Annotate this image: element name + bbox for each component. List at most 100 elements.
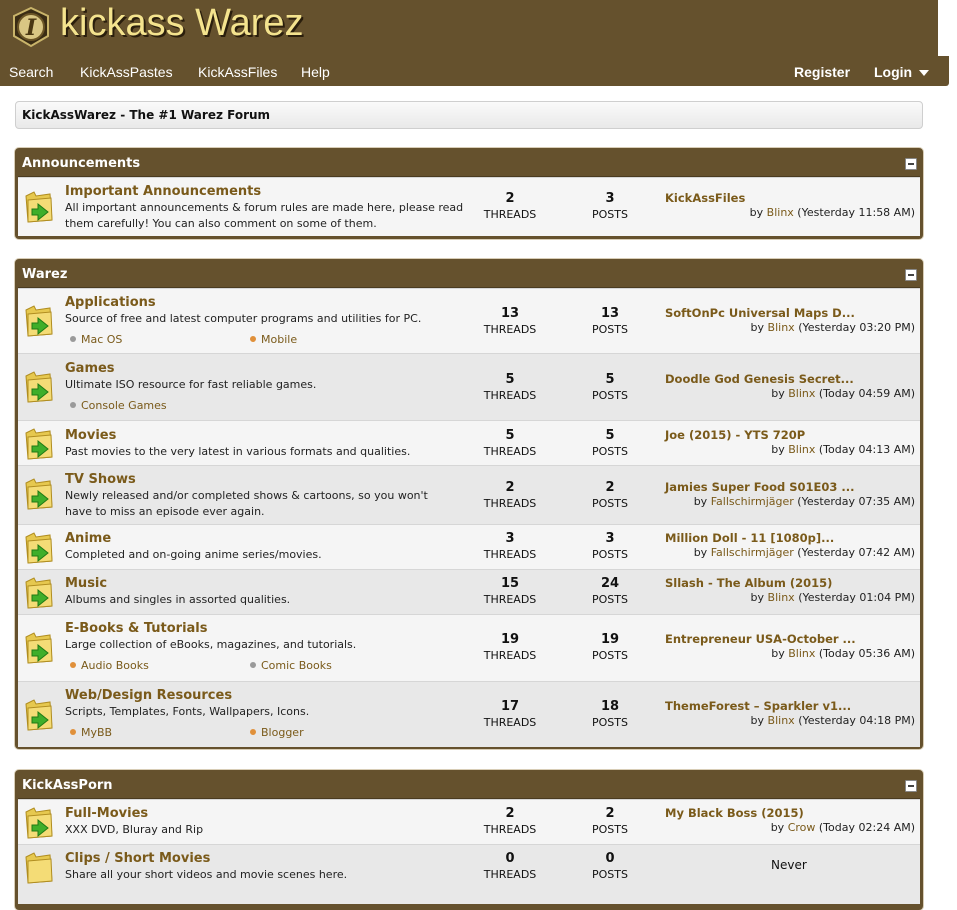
category-announcements: Announcements Important Announcements Al… [15, 148, 923, 239]
threads-count: 15 THREADS [483, 576, 537, 606]
forum-description: Albums and singles in assorted qualities… [65, 593, 291, 606]
login-link[interactable]: Login [874, 64, 912, 80]
threads-count: 2 THREADS [483, 480, 537, 510]
last-post-user-link[interactable]: Blinx [788, 387, 815, 400]
last-post: Joe (2015) - YTS 720P by Blinx (Today 04… [665, 428, 915, 456]
subforum-link[interactable]: Mobile [250, 333, 297, 346]
last-post-user-link[interactable]: Blinx [768, 321, 795, 334]
folder-icon [25, 428, 53, 460]
nav-help-link[interactable]: Help [301, 64, 330, 80]
subforum-link[interactable]: MyBB [70, 726, 112, 739]
threads-count: 13 THREADS [483, 306, 537, 336]
last-post-user-link[interactable]: Blinx [767, 206, 794, 219]
forum-title-link[interactable]: Movies [65, 428, 116, 443]
last-post-title-link[interactable]: KickAssFiles [665, 191, 915, 205]
main-navbar: Search KickAssPastes KickAssFiles Help R… [0, 56, 949, 86]
subforum-link[interactable]: Console Games [70, 399, 167, 412]
forum-title-link[interactable]: Web/Design Resources [65, 688, 232, 703]
last-post: Sllash - The Album (2015) by Blinx (Yest… [665, 576, 915, 604]
nav-kickasspastes-link[interactable]: KickAssPastes [80, 64, 173, 80]
last-post-user-link[interactable]: Blinx [788, 443, 815, 456]
threads-count: 2 THREADS [483, 806, 537, 836]
last-post-time: (Yesterday 07:42 AM) [797, 546, 915, 559]
collapse-icon[interactable] [905, 269, 917, 281]
forum-description: Completed and on-going anime series/movi… [65, 548, 322, 561]
forum-title-link[interactable]: Music [65, 576, 107, 591]
forum-title-link[interactable]: Applications [65, 295, 156, 310]
breadcrumb[interactable]: KickAssWarez - The #1 Warez Forum [15, 101, 923, 129]
forum-title-link[interactable]: Clips / Short Movies [65, 851, 210, 866]
forum-title-link[interactable]: Important Announcements [65, 184, 261, 199]
subforum-dot-icon [70, 662, 76, 668]
last-post-title-link[interactable]: Entrepreneur USA-October ... [665, 632, 915, 646]
category-title[interactable]: Announcements [22, 156, 140, 171]
subforum-link[interactable]: Blogger [250, 726, 304, 739]
last-post: Jamies Super Food S01E03 ... by Fallschi… [665, 480, 915, 508]
last-post: My Black Boss (2015) by Crow (Today 02:2… [665, 806, 915, 834]
threads-count: 0 THREADS [483, 851, 537, 881]
posts-count: 2 POSTS [592, 480, 628, 510]
forum-row: Applications Source of free and latest c… [18, 288, 920, 353]
posts-count: 18 POSTS [592, 699, 628, 729]
last-post-time: (Today 02:24 AM) [818, 821, 915, 834]
last-post: ThemeForest – Sparkler v1... by Blinx (Y… [665, 699, 915, 727]
last-post-time: (Yesterday 03:20 PM) [798, 321, 915, 334]
last-post: SoftOnPc Universal Maps D... by Blinx (Y… [665, 306, 915, 334]
subforum-link[interactable]: Comic Books [250, 659, 332, 672]
forum-description: Ultimate ISO resource for fast reliable … [65, 378, 317, 391]
last-post-title-link[interactable]: Jamies Super Food S01E03 ... [665, 480, 915, 494]
login-dropdown-caret-icon[interactable] [919, 70, 929, 76]
category-header: Warez [18, 262, 920, 288]
category-title[interactable]: KickAssPorn [22, 778, 113, 793]
subforum-link[interactable]: Mac OS [70, 333, 122, 346]
last-post-user-link[interactable]: Fallschirmjäger [711, 546, 794, 559]
last-post-title-link[interactable]: Joe (2015) - YTS 720P [665, 428, 915, 442]
last-post-title-link[interactable]: Million Doll - 11 [1080p]... [665, 531, 915, 545]
folder-icon [25, 305, 53, 337]
last-post-user-link[interactable]: Fallschirmjäger [711, 495, 794, 508]
forum-row: Web/Design Resources Scripts, Templates,… [18, 681, 920, 747]
folder-icon [25, 532, 53, 564]
last-post: Entrepreneur USA-October ... by Blinx (T… [665, 632, 915, 660]
register-link[interactable]: Register [794, 64, 850, 80]
forum-row: Full-Movies XXX DVD, Bluray and Rip 2 THR… [18, 799, 920, 844]
last-post: Doodle God Genesis Secret... by Blinx (T… [665, 372, 915, 400]
folder-icon [25, 699, 53, 731]
threads-count: 5 THREADS [483, 428, 537, 458]
posts-count: 24 POSTS [592, 576, 628, 606]
subforum-dot-icon [70, 402, 76, 408]
folder-icon [25, 807, 53, 839]
forum-row: Anime Completed and on-going anime serie… [18, 524, 920, 569]
last-post-user-link[interactable]: Blinx [768, 591, 795, 604]
last-post-never: Never [771, 858, 807, 872]
forum-description: All important announcements & forum rule… [65, 201, 464, 230]
last-post-title-link[interactable]: ThemeForest – Sparkler v1... [665, 699, 915, 713]
last-post-title-link[interactable]: Doodle God Genesis Secret... [665, 372, 915, 386]
forum-description: Source of free and latest computer progr… [65, 312, 422, 325]
forum-title-link[interactable]: Full-Movies [65, 806, 148, 821]
forum-title-link[interactable]: E-Books & Tutorials [65, 621, 208, 636]
threads-count: 19 THREADS [483, 632, 537, 662]
forum-title-link[interactable]: Anime [65, 531, 111, 546]
nav-kickassfiles-link[interactable]: KickAssFiles [198, 64, 277, 80]
last-post-title-link[interactable]: Sllash - The Album (2015) [665, 576, 915, 590]
last-post-user-link[interactable]: Blinx [768, 714, 795, 727]
subforum-link[interactable]: Audio Books [70, 659, 149, 672]
forum-description: XXX DVD, Bluray and Rip [65, 823, 204, 836]
category-title[interactable]: Warez [22, 267, 67, 282]
collapse-icon[interactable] [905, 780, 917, 792]
forum-description: Newly released and/or completed shows & … [65, 489, 428, 518]
forum-title-link[interactable]: Games [65, 361, 115, 376]
nav-search-link[interactable]: Search [9, 64, 53, 80]
category-header: Announcements [18, 151, 920, 177]
forum-title-link[interactable]: TV Shows [65, 472, 136, 487]
site-logo-text[interactable]: kickass Warez [60, 2, 304, 45]
last-post-user-link[interactable]: Crow [788, 821, 816, 834]
last-post-time: (Today 04:13 AM) [818, 443, 915, 456]
last-post-title-link[interactable]: SoftOnPc Universal Maps D... [665, 306, 915, 320]
last-post-time: (Yesterday 11:58 AM) [797, 206, 915, 219]
last-post-title-link[interactable]: My Black Boss (2015) [665, 806, 915, 820]
logo-emblem-icon[interactable]: I [10, 6, 52, 48]
last-post-user-link[interactable]: Blinx [788, 647, 815, 660]
collapse-icon[interactable] [905, 158, 917, 170]
